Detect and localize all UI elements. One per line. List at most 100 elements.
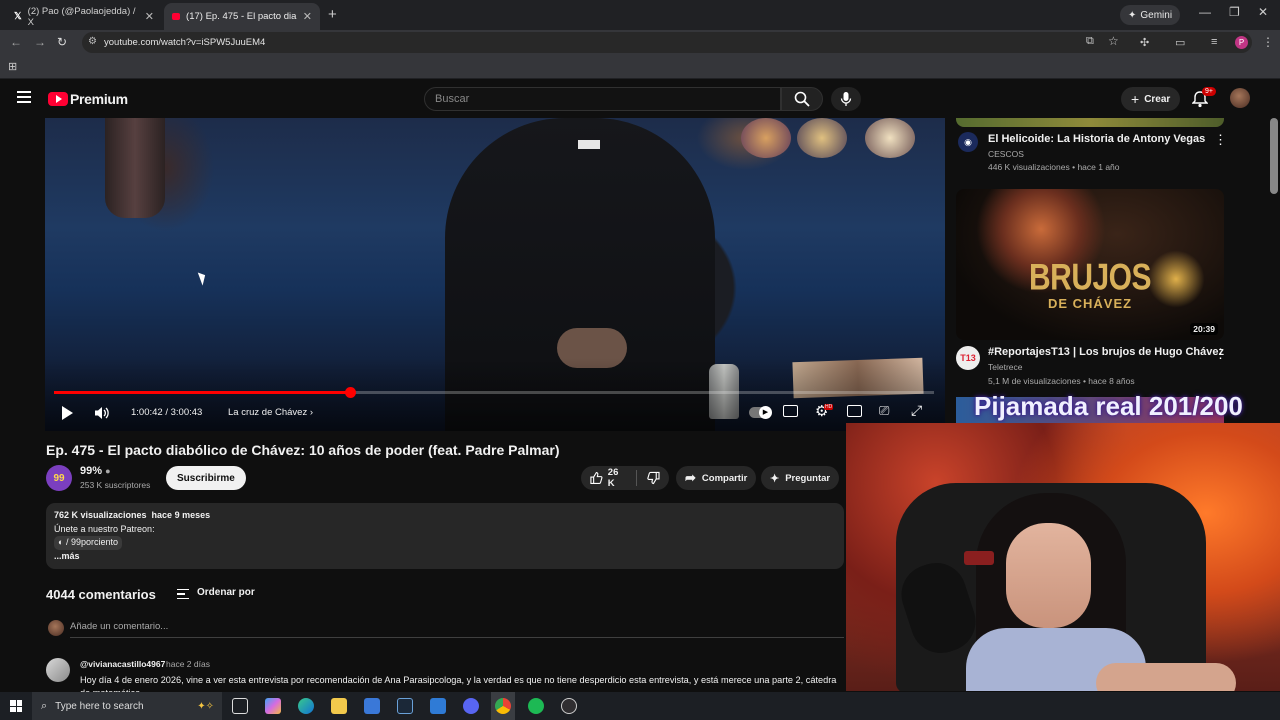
gemini-button[interactable]: ✦ Gemini: [1120, 5, 1181, 25]
recommendation-thumbnail[interactable]: [956, 118, 1224, 127]
comment-time[interactable]: hace 2 días: [166, 659, 210, 669]
voice-search-button[interactable]: [831, 87, 861, 111]
taskbar-search-placeholder: Type here to search: [55, 700, 144, 712]
tab-label: (17) Ep. 475 - El pacto diabólic...: [186, 11, 297, 22]
recommendation-title[interactable]: #ReportajesT13 | Los brujos de Hugo Cháv…: [988, 346, 1224, 358]
chapter-label: La cruz de Chávez: [228, 407, 308, 418]
forward-arrow-icon[interactable]: →: [34, 35, 46, 49]
recommendation-channel[interactable]: Teletrece: [988, 362, 1023, 372]
hamburger-menu-icon[interactable]: [17, 91, 31, 103]
close-tab-icon[interactable]: ✕: [145, 10, 154, 23]
channel-avatar[interactable]: T13: [956, 346, 980, 370]
install-app-icon[interactable]: ⧉: [1086, 35, 1094, 48]
recommendation-title[interactable]: El Helicoide: La Historia de Antony Vega…: [988, 133, 1205, 145]
bookmark-star-icon[interactable]: ☆: [1108, 34, 1119, 48]
windows-taskbar: ⌕ Type here to search ✦✧: [0, 692, 1280, 720]
back-arrow-icon[interactable]: ←: [10, 35, 22, 49]
file-explorer-icon[interactable]: [331, 698, 347, 714]
channel-name[interactable]: 99% ●: [80, 465, 111, 477]
subscriber-count: 253 K suscriptores: [80, 480, 151, 490]
show-more-link[interactable]: ...más: [54, 550, 836, 564]
browser-menu-icon[interactable]: ⋮: [1262, 35, 1274, 49]
ask-button[interactable]: ✦ Preguntar: [761, 466, 840, 490]
fullscreen-icon[interactable]: ⤢: [911, 402, 922, 419]
miniplayer-icon[interactable]: [847, 405, 862, 417]
new-tab-plus-icon[interactable]: +: [328, 6, 337, 23]
media-control-icon[interactable]: ≡: [1211, 36, 1217, 48]
reload-icon[interactable]: ↻: [57, 35, 67, 49]
taskbar-search-input[interactable]: ⌕ Type here to search ✦✧: [32, 692, 222, 720]
chrome-icon[interactable]: [495, 698, 511, 714]
volume-icon[interactable]: [94, 406, 110, 420]
store-icon[interactable]: [364, 698, 380, 714]
task-view-icon[interactable]: [232, 698, 248, 714]
mail-icon[interactable]: [430, 698, 446, 714]
channel-avatar[interactable]: 99: [46, 465, 72, 491]
thumbs-down-icon[interactable]: [647, 471, 660, 485]
add-comment-input[interactable]: Añade un comentario...: [70, 621, 168, 632]
video-player[interactable]: [45, 118, 945, 431]
thumbs-up-icon: [590, 471, 603, 485]
video-frame-collar: [578, 140, 600, 149]
profile-avatar-icon[interactable]: P: [1235, 36, 1248, 49]
edge-icon[interactable]: [298, 698, 314, 714]
share-button[interactable]: ➦ Compartir: [676, 466, 757, 490]
search-input[interactable]: Buscar: [424, 87, 781, 111]
discord-icon[interactable]: [463, 698, 479, 714]
restore-icon[interactable]: ❐: [1229, 5, 1240, 19]
webcam-background-item: [964, 551, 994, 565]
channel-avatar[interactable]: ◉: [958, 132, 978, 152]
subscribe-button[interactable]: Suscribirme: [166, 466, 246, 490]
chevron-right-icon: ›: [309, 407, 314, 418]
commenter-avatar[interactable]: [46, 658, 70, 682]
cast-icon[interactable]: ⎚: [879, 403, 889, 419]
spotify-icon[interactable]: [528, 698, 544, 714]
apps-grid-icon[interactable]: ⊞: [8, 60, 17, 73]
search-icon: [794, 91, 810, 107]
minimize-icon[interactable]: —: [1199, 5, 1211, 19]
address-bar[interactable]: ⚙ youtube.com/watch?v=iSPW5JuuEM4 ⧉ ☆: [82, 32, 1252, 53]
recommendation-thumbnail[interactable]: BRUJOS DE CHÁVEZ 20:39: [956, 189, 1224, 340]
like-button[interactable]: 26 K: [590, 467, 626, 489]
plus-icon: +: [1131, 91, 1140, 107]
tab-x-profile[interactable]: 𝕏 (2) Pao (@Paolaojedda) / X ✕: [6, 3, 162, 30]
ask-label: Preguntar: [785, 472, 831, 484]
account-avatar[interactable]: [1230, 88, 1250, 108]
extensions-icon[interactable]: ✣: [1140, 36, 1149, 49]
split-view-icon[interactable]: ▭: [1175, 36, 1185, 49]
youtube-logo-icon[interactable]: [48, 92, 68, 106]
share-label: Compartir: [701, 472, 748, 484]
copilot-icon[interactable]: [265, 698, 281, 714]
patreon-link[interactable]: ◐ / 99porciento: [54, 536, 122, 550]
recommendation-channel[interactable]: CESCOS: [988, 149, 1024, 159]
close-tab-icon[interactable]: ✕: [303, 10, 312, 23]
sort-button[interactable]: Ordenar por: [197, 587, 255, 598]
microphone-icon: [840, 92, 852, 106]
duration-badge: 20:39: [1190, 323, 1218, 335]
more-options-icon[interactable]: ⋮: [1214, 346, 1227, 362]
obs-icon[interactable]: [561, 698, 577, 714]
close-window-icon[interactable]: ✕: [1258, 5, 1268, 19]
site-info-icon[interactable]: ⚙: [88, 36, 97, 47]
windows-start-icon[interactable]: [10, 700, 22, 712]
commenter-handle[interactable]: @vivianacastillo4967: [80, 659, 165, 669]
autoplay-toggle[interactable]: ▶: [749, 406, 772, 419]
bookmarks-bar: ⊞: [0, 55, 1280, 79]
recommendation-meta: 5,1 M de visualizaciones • hace 8 años: [988, 376, 1135, 386]
progress-scrubber-handle[interactable]: [344, 387, 356, 398]
search-button[interactable]: [781, 87, 823, 111]
more-options-icon[interactable]: ⋮: [1214, 132, 1227, 148]
subtitles-icon[interactable]: [783, 405, 798, 417]
webcam-knees: [1096, 663, 1236, 691]
steam-icon[interactable]: [397, 698, 413, 714]
chapter-title[interactable]: La cruz de Chávez ›: [228, 407, 313, 418]
sort-icon[interactable]: [177, 589, 189, 599]
verified-icon: ●: [105, 466, 111, 476]
create-button[interactable]: + Crear: [1121, 87, 1181, 111]
sparkle-icon: ✦: [1128, 9, 1137, 21]
play-icon[interactable]: [62, 406, 73, 420]
page-scrollbar[interactable]: [1270, 118, 1278, 194]
description-box[interactable]: 762 K visualizaciones hace 9 meses Únete…: [46, 503, 844, 569]
youtube-premium-wordmark[interactable]: Premium: [70, 91, 128, 107]
tab-youtube-video[interactable]: (17) Ep. 475 - El pacto diabólic... ✕: [164, 3, 320, 30]
